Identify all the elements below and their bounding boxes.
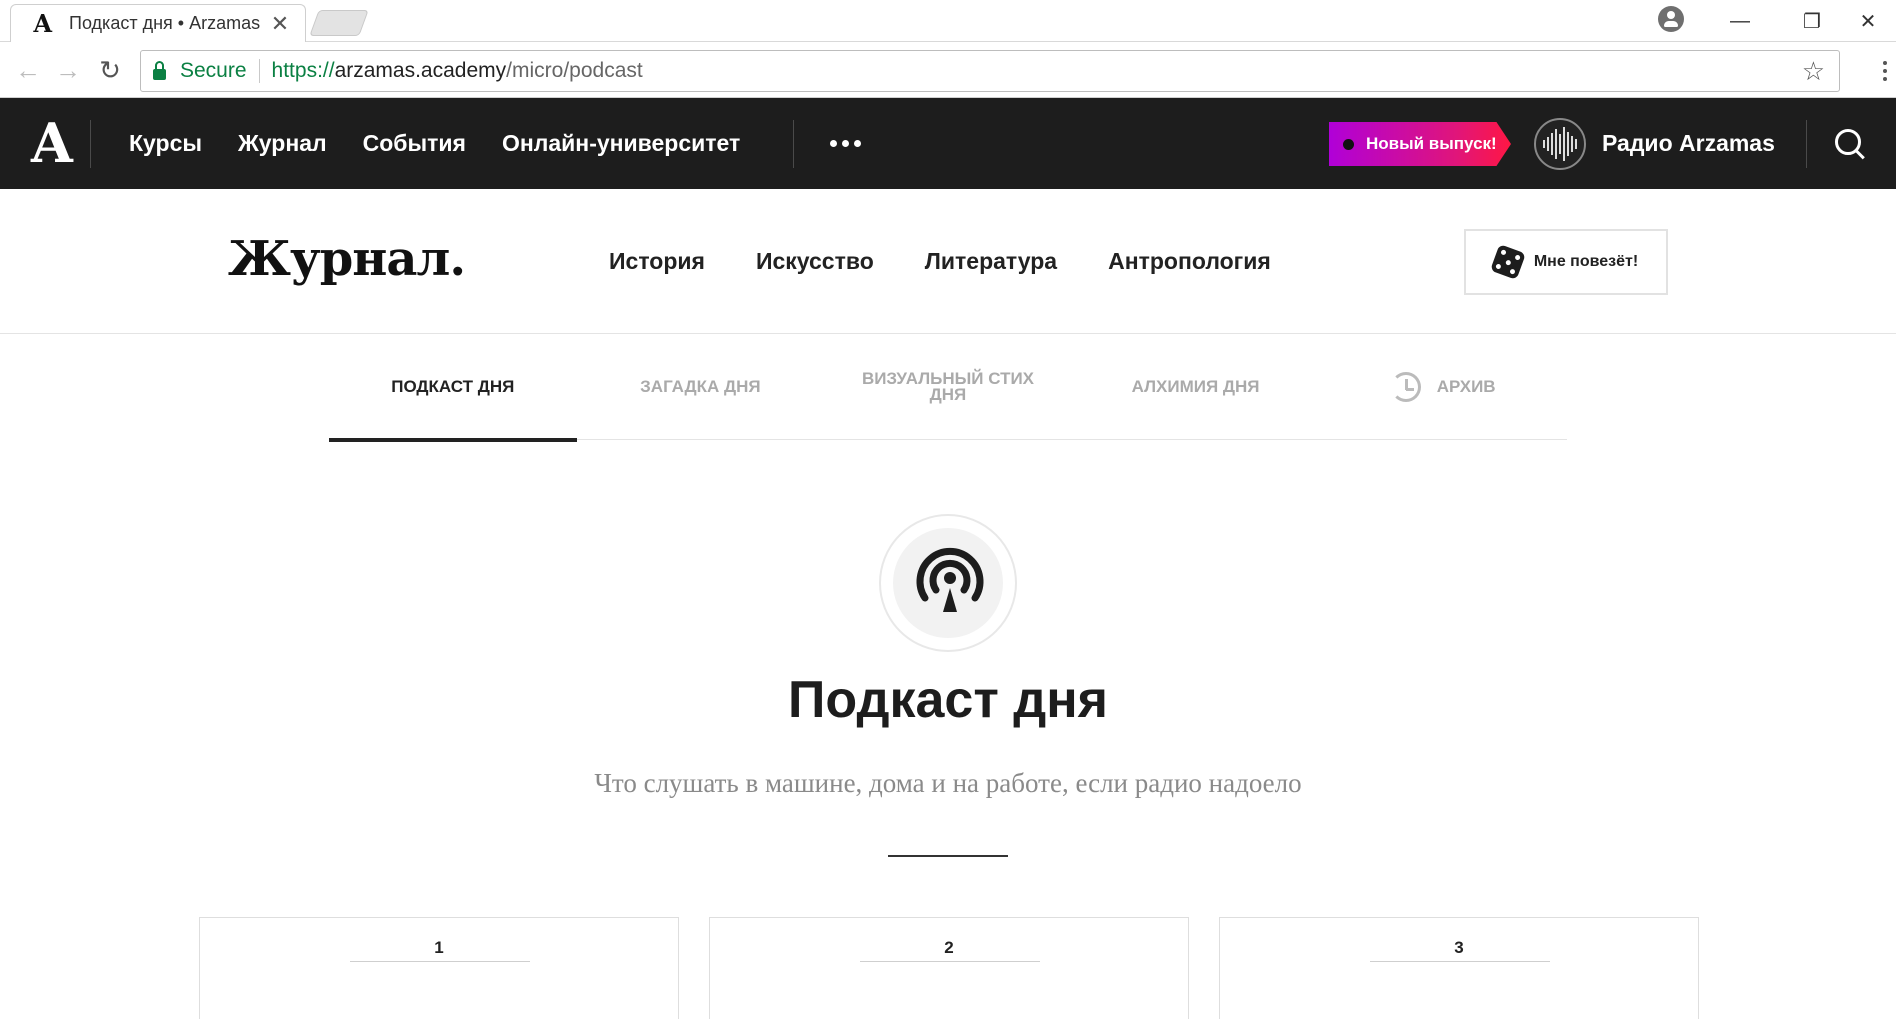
podcast-card[interactable]: 2 [709,917,1189,1019]
feeling-lucky-label: Мне повезёт! [1533,253,1639,270]
history-icon [1390,372,1421,402]
profile-icon[interactable] [1658,6,1684,32]
address-bar[interactable]: Secure https://arzamas.academy/micro/pod… [140,50,1840,92]
tab-visual-poem-of-day[interactable]: Визуальный стих дня [824,334,1072,440]
card-divider [1370,961,1550,962]
restore-icon[interactable]: ❐ [1784,0,1840,42]
dice-icon [1489,244,1526,280]
omnibox-divider [258,59,260,83]
browser-tab[interactable]: А Подкаст дня • Arzamas ✕ [10,4,306,42]
more-menu-icon[interactable] [830,98,861,189]
nav-journal[interactable]: Журнал [238,130,327,157]
back-icon[interactable]: ← [6,43,50,98]
url-text[interactable]: https://arzamas.academy/micro/podcast [272,59,643,83]
page-subtitle: Что слушать в машине, дома и на работе, … [594,768,1302,798]
journal-nav-art[interactable]: Искусство [756,248,874,275]
close-icon[interactable]: ✕ [269,11,291,37]
url-path: /micro/podcast [506,59,643,82]
url-host: arzamas.academy [334,59,507,82]
new-episode-badge[interactable]: Новый выпуск! [1329,122,1511,166]
tab-riddle-of-day[interactable]: Загадка дня [577,334,825,440]
nav-courses[interactable]: Курсы [129,130,202,157]
new-tab-button[interactable] [309,10,369,36]
nav-events[interactable]: События [363,130,466,157]
url-protocol: https:// [271,59,335,82]
lock-icon [153,60,166,80]
secure-label: Secure [180,59,247,82]
page-title: Подкаст дня [788,671,1108,729]
search-icon[interactable] [1832,126,1868,162]
card-divider [860,961,1040,962]
browser-menu-icon[interactable] [1874,43,1896,98]
minimize-icon[interactable]: — [1712,0,1768,42]
window-close-icon[interactable]: ✕ [1840,0,1896,42]
header-divider [1806,120,1807,168]
tab-alchemy-of-day[interactable]: Алхимия дня [1072,334,1320,440]
journal-nav: История Искусство Литература Антропологи… [609,189,1322,334]
browser-tab-bar: А Подкаст дня • Arzamas ✕ — ❐ ✕ [0,0,1896,42]
header-divider [793,120,794,168]
radio-waveform-icon[interactable] [1534,118,1586,170]
radio-arzamas-link[interactable]: Радио Arzamas [1602,98,1775,189]
nav-online-university[interactable]: Онлайн-университет [502,130,740,157]
main-nav: Курсы Журнал События Онлайн-университет [129,98,776,189]
site-header: А Курсы Журнал События Онлайн-университе… [0,98,1896,189]
bookmark-star-icon[interactable]: ☆ [1802,56,1825,87]
header-divider [90,120,91,168]
forward-icon[interactable]: → [46,43,90,98]
tab-label: Подкаст дня [391,377,515,396]
tab-title: Подкаст дня • Arzamas [69,13,261,33]
tab-archive[interactable]: Архив [1319,334,1567,440]
podcast-card[interactable]: 3 [1219,917,1699,1019]
tab-podcast-of-day[interactable]: Подкаст дня [329,334,577,442]
reload-icon[interactable]: ↻ [88,43,132,98]
card-number: 2 [944,938,954,957]
tab-label: Архив [1436,377,1496,396]
tab-label: Визуальный стих дня [861,369,1035,404]
arzamas-logo[interactable]: А [30,114,74,172]
podcast-card[interactable]: 1 [199,917,679,1019]
browser-toolbar: ← → ↻ Secure https://arzamas.academy/mic… [0,43,1896,98]
podcast-icon [879,514,1017,652]
journal-nav-history[interactable]: История [609,248,705,275]
journal-bar: Журнал. История Искусство Литература Ант… [0,189,1896,334]
tab-label: Загадка дня [640,377,761,396]
card-number: 3 [1454,938,1464,957]
feeling-lucky-button[interactable]: Мне повезёт! [1464,229,1668,295]
title-divider [888,855,1008,857]
new-episode-label: Новый выпуск! [1366,134,1497,153]
daily-tabs: Подкаст дня Загадка дня Визуальный стих … [329,334,1567,442]
journal-logo[interactable]: Журнал. [228,231,466,287]
journal-nav-literature[interactable]: Литература [925,248,1057,275]
tab-label: Алхимия дня [1131,377,1260,396]
favicon-icon: А [33,8,53,38]
card-divider [350,961,530,962]
live-dot-icon [1343,138,1354,150]
journal-nav-anthropology[interactable]: Антропология [1108,248,1271,275]
card-number: 1 [434,938,444,957]
